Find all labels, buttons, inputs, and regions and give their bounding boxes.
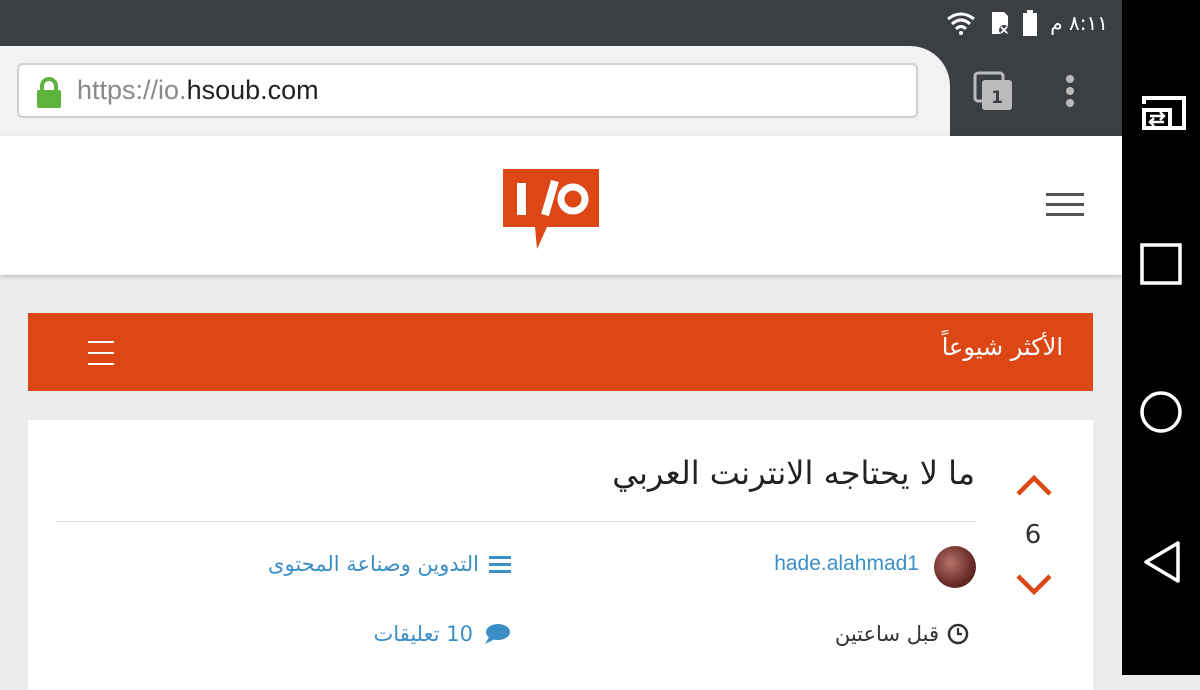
cast-icon[interactable] (1140, 94, 1188, 132)
clock-icon (947, 623, 969, 645)
wifi-icon (947, 12, 976, 35)
post-card: ما لا يحتاجه الانترنت العربي 6 hade.alah… (28, 420, 1093, 690)
post-time: قبل ساعتين (835, 622, 969, 646)
vote-count: 6 (1024, 520, 1042, 550)
upvote-icon[interactable] (1014, 472, 1054, 498)
overflow-menu-button[interactable] (1065, 74, 1075, 112)
back-icon[interactable] (1142, 540, 1182, 584)
home-icon[interactable] (1139, 390, 1183, 434)
section-menu-icon[interactable] (88, 341, 114, 374)
tabs-icon: 1 (973, 71, 1012, 110)
time-label: قبل ساعتين (834, 622, 939, 646)
section-header: الأكثر شيوعاً (28, 313, 1093, 391)
sd-card-icon (992, 12, 1010, 35)
lock-icon (37, 77, 61, 108)
url-text: https://io.hsoub.com (77, 75, 319, 105)
url-bar[interactable]: https://io.hsoub.com (17, 63, 918, 118)
overflow-menu-icon (1066, 75, 1074, 107)
author-link[interactable]: hade.alahmad1 (774, 552, 919, 576)
comment-icon (485, 624, 510, 644)
section-title: الأكثر شيوعاً (941, 333, 1063, 361)
comments-link[interactable]: 10 تعليقات (374, 622, 511, 646)
site-header (0, 136, 1122, 275)
hamburger-menu-icon[interactable] (1046, 193, 1084, 217)
battery-icon (1023, 10, 1038, 36)
divider (56, 521, 976, 522)
recents-icon[interactable] (1140, 243, 1182, 285)
post-title[interactable]: ما لا يحتاجه الانترنت العربي (612, 454, 975, 492)
category-link[interactable]: التدوين وصناعة المحتوى (268, 552, 511, 576)
site-logo[interactable] (503, 169, 599, 251)
tab-count: 1 (991, 88, 1003, 108)
avatar[interactable] (934, 546, 976, 588)
downvote-icon[interactable] (1014, 572, 1054, 598)
status-bar: ٨:١١ م (0, 0, 1122, 46)
browser-toolbar: https://io.hsoub.com 1 (0, 46, 1122, 136)
system-nav-bar (1122, 0, 1200, 675)
list-icon (489, 556, 511, 573)
tabs-button[interactable]: 1 (972, 70, 1016, 118)
category-label: التدوين وصناعة المحتوى (268, 552, 479, 576)
comments-label: 10 تعليقات (373, 622, 473, 646)
status-time: ٨:١١ م (1050, 11, 1108, 35)
